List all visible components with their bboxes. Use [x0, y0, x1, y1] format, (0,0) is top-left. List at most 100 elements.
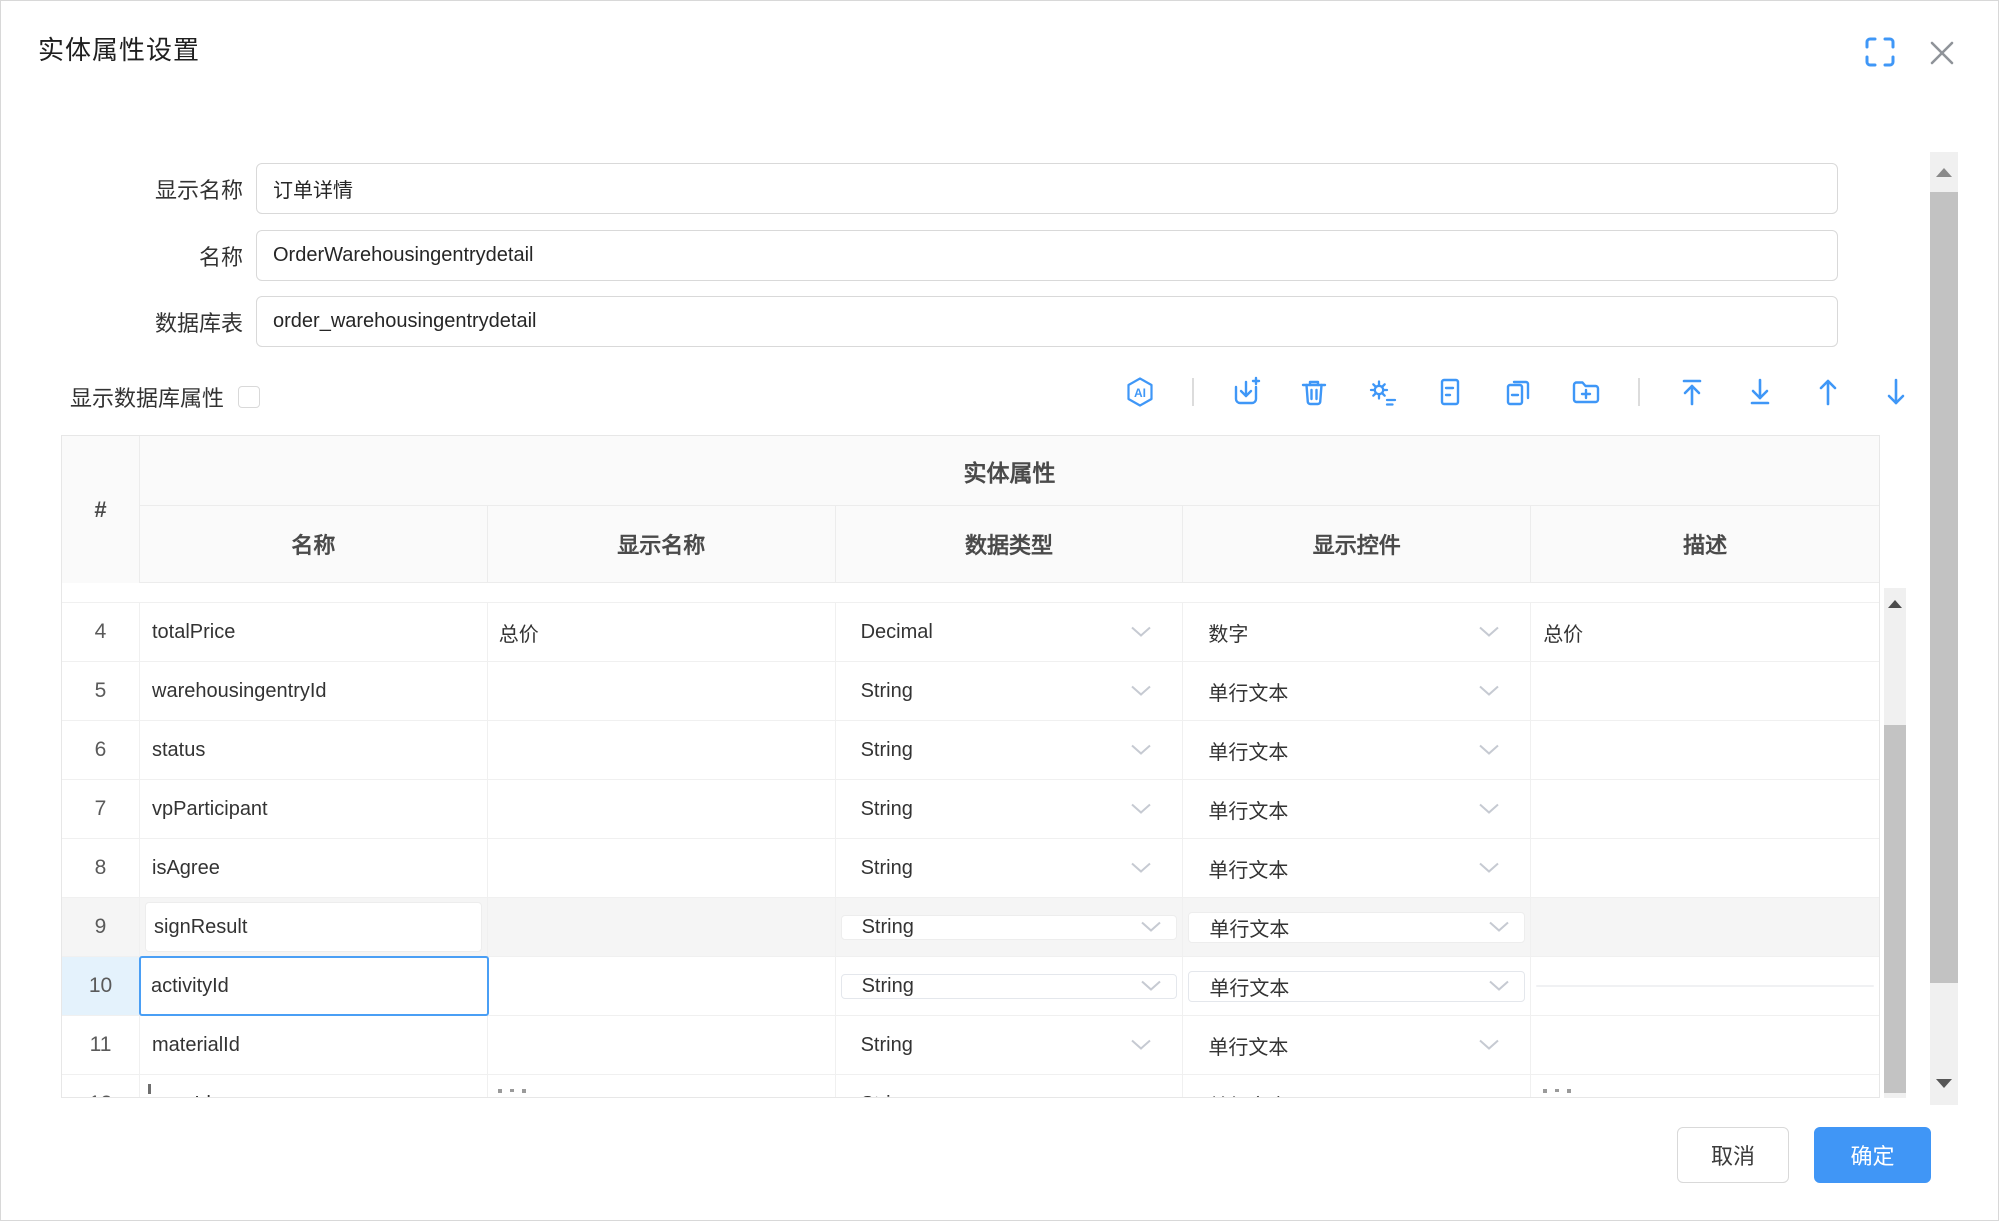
- clipped-row-above: [62, 583, 1879, 603]
- chevron-down-icon: [1478, 798, 1500, 821]
- cell-description[interactable]: [1531, 839, 1879, 897]
- add-folder-icon[interactable]: [1570, 376, 1602, 408]
- cell-control-select[interactable]: 单行文本: [1183, 839, 1531, 897]
- chevron-down-icon: [1130, 1093, 1152, 1098]
- cell-control-select[interactable]: 单行文本: [1183, 957, 1531, 1015]
- table-row: 9 signResult String 单行文本: [62, 898, 1879, 957]
- scroll-up-arrow-icon[interactable]: [1884, 592, 1906, 616]
- display-name-input[interactable]: [256, 163, 1838, 214]
- table-scrollbar-thumb[interactable]: [1884, 725, 1906, 1093]
- cell-control-select[interactable]: 单行文本: [1183, 721, 1531, 779]
- dialog-scrollbar-thumb[interactable]: [1930, 192, 1958, 983]
- cell-data-type-select[interactable]: String: [836, 780, 1184, 838]
- show-db-props-row: 显示数据库属性: [70, 381, 260, 413]
- row-index: 9: [62, 898, 140, 956]
- fullscreen-button[interactable]: [1862, 34, 1898, 70]
- cell-name[interactable]: status: [140, 721, 488, 779]
- cell-data-type-select[interactable]: String: [836, 662, 1184, 720]
- dialog-title: 实体属性设置: [38, 30, 200, 67]
- move-to-bottom-icon[interactable]: [1744, 376, 1776, 408]
- cell-display-name[interactable]: [488, 1075, 836, 1097]
- move-up-icon[interactable]: [1812, 376, 1844, 408]
- row-index: 8: [62, 839, 140, 897]
- index-column-header: #: [62, 436, 140, 583]
- cell-description[interactable]: [1531, 1075, 1879, 1097]
- table-body: 4 totalPrice 总价 Decimal 数字 总价 5 warehous…: [62, 583, 1879, 1097]
- cell-display-name[interactable]: [488, 662, 836, 720]
- cell-control-select[interactable]: 数字: [1183, 603, 1531, 661]
- chevron-down-icon: [1478, 857, 1500, 880]
- settings-icon[interactable]: [1366, 376, 1398, 408]
- cell-description[interactable]: [1531, 662, 1879, 720]
- cell-data-type-select[interactable]: Decimal: [836, 603, 1184, 661]
- field-list-icon[interactable]: [1434, 376, 1466, 408]
- row-index: 5: [62, 662, 140, 720]
- cell-display-name[interactable]: [488, 898, 836, 956]
- cell-name-editing-input[interactable]: activityId: [140, 957, 488, 1015]
- cell-data-type-select[interactable]: String: [836, 898, 1184, 956]
- move-down-icon[interactable]: [1880, 376, 1912, 408]
- cell-name[interactable]: vpParticipant: [140, 780, 488, 838]
- chevron-down-icon: [1478, 739, 1500, 762]
- chevron-down-icon: [1478, 1093, 1500, 1098]
- form-row-display-name: 显示名称: [0, 163, 243, 214]
- move-to-top-icon[interactable]: [1676, 376, 1708, 408]
- table-row-selected: 10 activityId String 单行文本: [62, 957, 1879, 1016]
- import-icon[interactable]: [1230, 376, 1262, 408]
- table-scrollbar[interactable]: [1884, 588, 1906, 1098]
- show-db-props-label: 显示数据库属性: [70, 381, 224, 413]
- cell-display-name[interactable]: [488, 1016, 836, 1074]
- cell-display-name[interactable]: [488, 957, 836, 1015]
- cell-display-name[interactable]: [488, 839, 836, 897]
- cell-name[interactable]: isAgree: [140, 839, 488, 897]
- chevron-down-icon: [1130, 857, 1152, 880]
- chevron-down-icon: [1130, 1034, 1152, 1057]
- cell-name[interactable]: specId: [140, 1075, 488, 1097]
- cell-display-name[interactable]: 总价: [488, 603, 836, 661]
- cell-data-type-select[interactable]: String: [836, 839, 1184, 897]
- cell-description[interactable]: [1531, 898, 1879, 956]
- cell-data-type-select[interactable]: String: [836, 1016, 1184, 1074]
- table-row: 5 warehousingentryId String 单行文本: [62, 662, 1879, 721]
- row-index: 4: [62, 603, 140, 661]
- ai-icon[interactable]: AI: [1124, 376, 1156, 408]
- cell-data-type-select[interactable]: String: [836, 957, 1184, 1015]
- cell-control-select[interactable]: 单行文本: [1183, 898, 1531, 956]
- chevron-down-icon: [1478, 680, 1500, 703]
- svg-text:AI: AI: [1134, 386, 1146, 400]
- cell-name[interactable]: totalPrice: [140, 603, 488, 661]
- db-table-input[interactable]: [256, 296, 1838, 347]
- cell-description[interactable]: 总价: [1531, 603, 1879, 661]
- show-db-props-checkbox[interactable]: [238, 386, 260, 408]
- fullscreen-icon: [1862, 58, 1898, 73]
- column-header-display-name: 显示名称: [488, 506, 836, 583]
- delete-icon[interactable]: [1298, 376, 1330, 408]
- cell-name[interactable]: materialId: [140, 1016, 488, 1074]
- cell-name[interactable]: warehousingentryId: [140, 662, 488, 720]
- copy-icon[interactable]: [1502, 376, 1534, 408]
- cell-control-select[interactable]: 单行文本: [1183, 780, 1531, 838]
- cell-control-select[interactable]: 单行文本: [1183, 1075, 1531, 1097]
- cell-description[interactable]: [1531, 1016, 1879, 1074]
- scroll-down-arrow-icon[interactable]: [1930, 1069, 1958, 1097]
- cell-data-type-select[interactable]: String: [836, 721, 1184, 779]
- chevron-down-icon: [1140, 975, 1162, 998]
- cell-description[interactable]: [1531, 721, 1879, 779]
- column-header-data-type: 数据类型: [836, 506, 1184, 583]
- cell-control-select[interactable]: 单行文本: [1183, 662, 1531, 720]
- cell-display-name[interactable]: [488, 780, 836, 838]
- chevron-down-icon: [1130, 798, 1152, 821]
- cell-description[interactable]: [1531, 957, 1879, 1015]
- cancel-button[interactable]: 取消: [1677, 1127, 1789, 1183]
- close-button[interactable]: [1926, 37, 1958, 69]
- row-index: 7: [62, 780, 140, 838]
- dialog-scrollbar[interactable]: [1930, 152, 1958, 1105]
- scroll-up-arrow-icon[interactable]: [1930, 152, 1958, 192]
- name-input[interactable]: [256, 230, 1838, 281]
- cell-data-type-select[interactable]: String: [836, 1075, 1184, 1097]
- cell-description[interactable]: [1531, 780, 1879, 838]
- cell-control-select[interactable]: 单行文本: [1183, 1016, 1531, 1074]
- confirm-button[interactable]: 确定: [1814, 1127, 1931, 1183]
- cell-display-name[interactable]: [488, 721, 836, 779]
- cell-name[interactable]: signResult: [140, 898, 488, 956]
